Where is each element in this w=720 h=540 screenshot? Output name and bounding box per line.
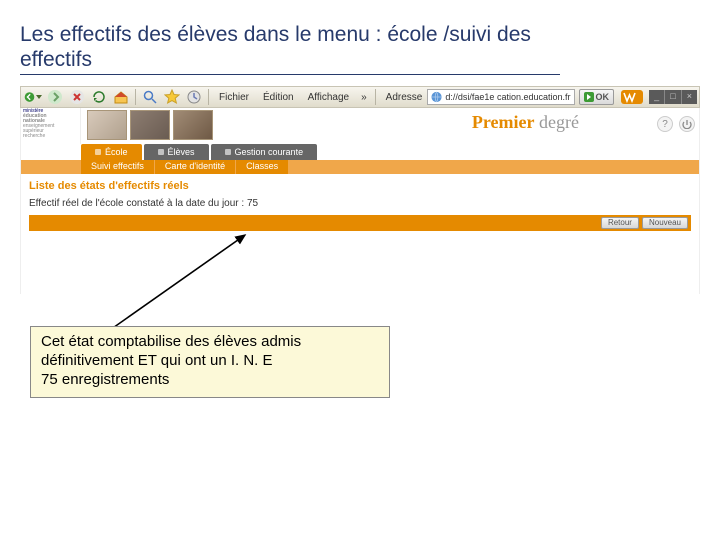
browser-toolbar: Fichier Édition Affichage » Adresse d://… [20,86,700,108]
header-thumbnails [87,110,213,140]
address-bar[interactable]: d://dsi/fae1e cation.education.fr [427,89,574,105]
page-content: Liste des états d'effectifs réels Effect… [20,174,700,294]
ministry-logo: ministère éducation nationale enseigneme… [21,108,81,144]
minimize-button[interactable]: _ [649,90,664,104]
tab-ecole[interactable]: École [81,144,142,160]
forward-button[interactable] [45,88,65,106]
action-bar: Retour Nouveau [29,215,691,231]
close-button[interactable]: × [681,90,697,104]
tab-gestion[interactable]: Gestion courante [211,144,318,160]
tab-icon [95,149,101,155]
sub-tabs: Suivi effectifs Carte d'identité Classes [20,160,700,174]
callout-line: 75 enregistrements [41,371,379,390]
go-icon [584,92,594,102]
address-label: Adresse [386,92,423,103]
quit-icon[interactable] [679,116,695,132]
app-brand: Premier degré [472,112,579,133]
subtab-carte[interactable]: Carte d'identité [155,160,235,174]
effectif-line: Effectif réel de l'école constaté à la d… [29,198,691,209]
retour-button[interactable]: Retour [601,217,639,229]
go-label: OK [596,92,610,102]
help-icon[interactable]: ? [657,116,673,132]
address-text: d://dsi/fae1e cation.education.fr [445,92,570,102]
page-title: Liste des états d'effectifs réels [29,180,691,192]
header-band: ministère éducation nationale enseigneme… [20,108,700,144]
tab-eleves[interactable]: Élèves [144,144,209,160]
annotation-callout: Cet état comptabilise des élèves admis d… [30,326,390,398]
callout-line: définitivement ET qui ont un I. N. E [41,352,379,371]
favorites-button[interactable] [162,88,182,106]
slide-title: Les effectifs des élèves dans le menu : … [20,22,560,75]
maximize-button[interactable]: □ [664,90,680,104]
tab-icon [158,149,164,155]
back-button[interactable] [23,88,43,106]
menu-file[interactable]: Fichier [213,92,255,103]
main-tabs: École Élèves Gestion courante [20,144,700,160]
menu-more[interactable]: » [357,92,371,103]
ie-window: Fichier Édition Affichage » Adresse d://… [20,86,700,294]
earth-icon [431,91,442,103]
nouveau-button[interactable]: Nouveau [642,217,688,229]
refresh-button[interactable] [89,88,109,106]
window-controls: _ □ × [649,90,697,104]
wanadoo-logo-icon [620,88,644,106]
subtab-classes[interactable]: Classes [236,160,288,174]
menu-edit[interactable]: Édition [257,92,300,103]
callout-line: Cet état comptabilise des élèves admis [41,333,379,352]
search-button[interactable] [140,88,160,106]
stop-button[interactable] [67,88,87,106]
go-button[interactable]: OK [579,89,615,105]
subtab-suivi[interactable]: Suivi effectifs [81,160,154,174]
history-button[interactable] [184,88,204,106]
home-button[interactable] [111,88,131,106]
tab-icon [225,149,231,155]
menu-view[interactable]: Affichage [302,92,356,103]
